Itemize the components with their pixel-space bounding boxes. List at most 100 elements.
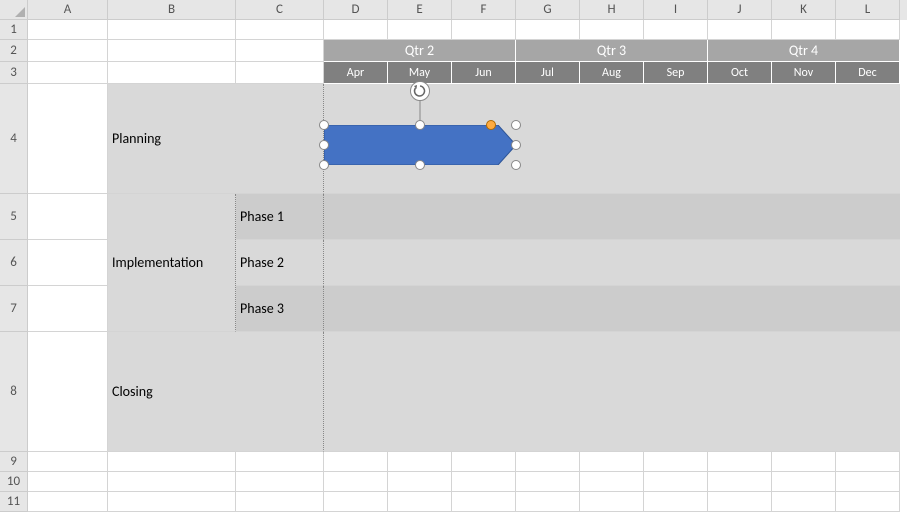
cell-A5[interactable] [28,194,108,240]
cell-F9[interactable] [452,452,516,472]
cell-K1[interactable] [772,20,836,40]
column-header-a[interactable]: A [28,0,108,20]
column-header-e[interactable]: E [388,0,452,20]
row-header-9[interactable]: 9 [0,452,28,472]
rotate-handle[interactable] [410,81,430,101]
cell-L11[interactable] [836,492,900,512]
cell-J11[interactable] [708,492,772,512]
task-implementation-label[interactable]: Implementation [108,194,236,332]
row-header-8[interactable]: 8 [0,332,28,452]
subtask-phase2-timeline[interactable] [324,240,900,286]
cell-B11[interactable] [108,492,236,512]
cell-E9[interactable] [388,452,452,472]
quarter-header-q3[interactable]: Qtr 3 [516,40,708,62]
spreadsheet[interactable]: ABCDEFGHIJKL 1234567891011 Qtr 2 Qtr 3 Q… [0,0,907,518]
cell-D9[interactable] [324,452,388,472]
subtask-phase1-timeline[interactable] [324,194,900,240]
cell-E1[interactable] [388,20,452,40]
month-header-oct[interactable]: Oct [708,62,772,84]
cell-G11[interactable] [516,492,580,512]
cell-I10[interactable] [644,472,708,492]
month-header-apr[interactable]: Apr [324,62,388,84]
cell-E10[interactable] [388,472,452,492]
row-header-7[interactable]: 7 [0,286,28,332]
cell-C1[interactable] [236,20,324,40]
row-header-11[interactable]: 11 [0,492,28,512]
column-header-g[interactable]: G [516,0,580,20]
cell-K11[interactable] [772,492,836,512]
cell-A2[interactable] [28,40,108,62]
cell-A10[interactable] [28,472,108,492]
cell-I1[interactable] [644,20,708,40]
cell-A8[interactable] [28,332,108,452]
cell-B1[interactable] [108,20,236,40]
cell-H9[interactable] [580,452,644,472]
cell-D11[interactable] [324,492,388,512]
column-header-c[interactable]: C [236,0,324,20]
cell-E11[interactable] [388,492,452,512]
resize-handle-se[interactable] [511,160,521,170]
cell-I9[interactable] [644,452,708,472]
cell-A4[interactable] [28,84,108,194]
cell-J9[interactable] [708,452,772,472]
month-header-jul[interactable]: Jul [516,62,580,84]
cell-C9[interactable] [236,452,324,472]
resize-handle-n[interactable] [415,120,425,130]
cell-F11[interactable] [452,492,516,512]
subtask-phase3-label[interactable]: Phase 3 [236,286,324,332]
cell-G10[interactable] [516,472,580,492]
select-all-corner[interactable] [0,0,28,20]
gantt-bar-planning-selected[interactable] [324,115,516,175]
cell-D10[interactable] [324,472,388,492]
cell-C3[interactable] [236,62,324,84]
cell-B10[interactable] [108,472,236,492]
cell-H11[interactable] [580,492,644,512]
cell-A9[interactable] [28,452,108,472]
quarter-header-q2[interactable]: Qtr 2 [324,40,516,62]
column-header-h[interactable]: H [580,0,644,20]
shape-adjust-handle[interactable] [486,120,496,130]
cell-A6[interactable] [28,240,108,286]
row-header-1[interactable]: 1 [0,20,28,40]
column-header-f[interactable]: F [452,0,516,20]
resize-handle-sw[interactable] [319,160,329,170]
row-header-6[interactable]: 6 [0,240,28,286]
resize-handle-e[interactable] [511,140,521,150]
cell-L9[interactable] [836,452,900,472]
column-header-i[interactable]: I [644,0,708,20]
cell-A3[interactable] [28,62,108,84]
column-header-j[interactable]: J [708,0,772,20]
month-header-aug[interactable]: Aug [580,62,644,84]
row-header-10[interactable]: 10 [0,472,28,492]
cell-L1[interactable] [836,20,900,40]
cell-H10[interactable] [580,472,644,492]
column-header-b[interactable]: B [108,0,236,20]
cell-A11[interactable] [28,492,108,512]
month-header-nov[interactable]: Nov [772,62,836,84]
cell-A7[interactable] [28,286,108,332]
column-header-d[interactable]: D [324,0,388,20]
cell-J1[interactable] [708,20,772,40]
subtask-phase1-label[interactable]: Phase 1 [236,194,324,240]
cell-F1[interactable] [452,20,516,40]
row-header-5[interactable]: 5 [0,194,28,240]
subtask-phase3-timeline[interactable] [324,286,900,332]
cell-G9[interactable] [516,452,580,472]
cell-H1[interactable] [580,20,644,40]
cell-D1[interactable] [324,20,388,40]
month-header-jun[interactable]: Jun [452,62,516,84]
cell-I11[interactable] [644,492,708,512]
resize-handle-nw[interactable] [319,120,329,130]
row-header-4[interactable]: 4 [0,84,28,194]
cell-J10[interactable] [708,472,772,492]
quarter-header-q4[interactable]: Qtr 4 [708,40,900,62]
month-header-dec[interactable]: Dec [836,62,900,84]
cell-G1[interactable] [516,20,580,40]
cell-C2[interactable] [236,40,324,62]
cell-B3[interactable] [108,62,236,84]
cell-B2[interactable] [108,40,236,62]
cell-L10[interactable] [836,472,900,492]
cell-K9[interactable] [772,452,836,472]
row-header-2[interactable]: 2 [0,40,28,62]
cell-B9[interactable] [108,452,236,472]
